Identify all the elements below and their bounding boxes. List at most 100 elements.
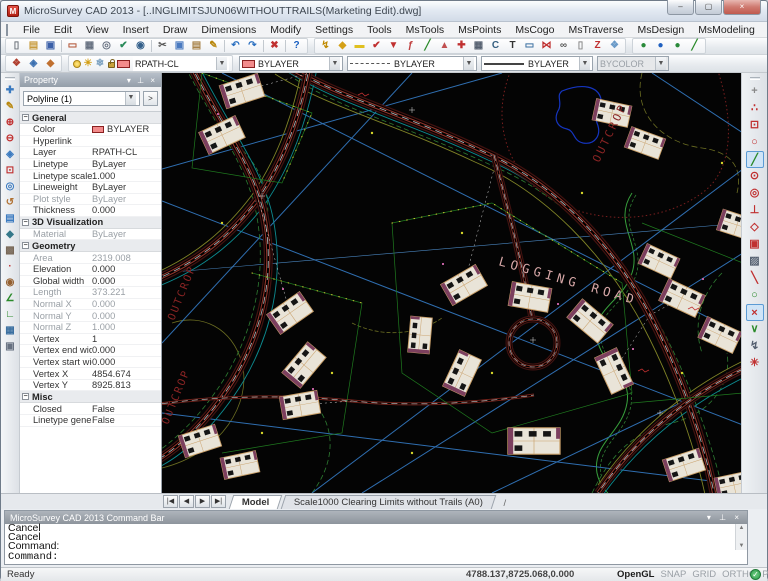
ucs-icon[interactable]: ∟ [2, 307, 18, 323]
menu-view[interactable]: View [79, 23, 116, 37]
command-bar-titlebar[interactable]: MicroSurvey CAD 2013 Command Bar ▾ ⊥ × [5, 511, 747, 524]
snap-quadrant-icon[interactable]: ◇ [746, 219, 764, 236]
ms-grid-icon[interactable]: ▦ [470, 39, 487, 53]
snap-near2-icon[interactable]: ╲ [746, 270, 764, 287]
menu-tools[interactable]: Tools [360, 23, 399, 37]
doc-icon[interactable]: ▭ [64, 39, 81, 53]
ms-bar-icon[interactable]: ▬ [351, 39, 368, 53]
property-row[interactable]: ColorBYLAYER [20, 124, 161, 136]
toolbar-grip[interactable] [750, 77, 760, 80]
angle-icon[interactable]: ∠ [2, 291, 18, 307]
ms-annotate-icon[interactable]: ▲ [436, 39, 453, 53]
ms-field-icon[interactable]: ƒ [402, 39, 419, 53]
snap-center-icon[interactable]: ◎ [746, 185, 764, 202]
toolbar-grip[interactable] [5, 77, 15, 80]
toggle-snap[interactable]: SNAP [660, 569, 686, 580]
property-row[interactable]: Hyperlink [20, 136, 161, 148]
lineweight-combo[interactable]: BYLAYER▼ [481, 56, 593, 71]
ms-clip-icon[interactable]: ▯ [572, 39, 589, 53]
cut-icon[interactable]: ✂ [154, 39, 171, 53]
toggle-grid[interactable]: GRID [692, 569, 716, 580]
snap-nearest-icon[interactable]: ╱ [746, 151, 764, 168]
layer-lock-icon[interactable] [108, 62, 115, 68]
menu-insert[interactable]: Insert [116, 23, 156, 37]
zoom-out-icon[interactable]: ⊖ [2, 131, 18, 147]
ms-window-icon[interactable]: ❖ [606, 39, 623, 53]
property-row[interactable]: Linetype scale1.000 [20, 170, 161, 182]
property-row[interactable]: ClosedFalse [20, 403, 161, 415]
snap-intersection-icon[interactable]: × [746, 304, 764, 321]
property-row[interactable]: MaterialByLayer [20, 229, 161, 241]
menu-msmodeling[interactable]: MsModeling [691, 23, 762, 37]
property-row[interactable]: Normal Z1.000 [20, 322, 161, 334]
layer-combo[interactable]: RPATH-CL▼ [133, 56, 229, 71]
property-row[interactable]: Length373.221 [20, 287, 161, 299]
snap-settings-icon[interactable]: ✳ [746, 355, 764, 372]
info-icon[interactable]: ◉ [2, 275, 18, 291]
ms-bowtie-icon[interactable]: ⋈ [538, 39, 555, 53]
snap-track-icon[interactable]: ↯ [746, 338, 764, 355]
menu-edit[interactable]: Edit [47, 23, 79, 37]
snap-midpoint-icon[interactable]: ⊙ [746, 168, 764, 185]
ms-c-icon[interactable]: C [487, 39, 504, 53]
property-row[interactable]: Elevation0.000 [20, 264, 161, 276]
ms-fill-icon[interactable]: ◆ [334, 39, 351, 53]
view-previous-icon[interactable]: ↺ [2, 195, 18, 211]
tab-nav-2[interactable]: ▶ [195, 495, 210, 508]
snap-apparent-icon[interactable]: ∨ [746, 321, 764, 338]
selector-more-button[interactable]: > [143, 91, 158, 106]
menu-mscogo[interactable]: MsCogo [508, 23, 561, 37]
title-bar[interactable]: M MicroSurvey CAD 2013 - [..INGLIMITSJUN… [1, 1, 767, 22]
property-row[interactable]: Thickness0.000 [20, 205, 161, 217]
menu-dimensions[interactable]: Dimensions [194, 23, 263, 37]
layer-freeze-icon[interactable]: ❄ [94, 57, 106, 71]
views-3d-icon[interactable]: ◆ [2, 227, 18, 243]
cell-icon[interactable]: ▣ [2, 339, 18, 355]
command-bar-buttons[interactable]: ▾ ⊥ × [707, 513, 742, 522]
layers-icon[interactable]: ❖ [8, 57, 25, 71]
command-history-scrollbar[interactable]: ▲▼ [735, 524, 747, 551]
chevron-down-icon[interactable]: ▼ [329, 57, 340, 70]
section-3d-visualization[interactable]: −3D Visualization [20, 217, 161, 229]
command-input[interactable]: Command: [5, 550, 747, 564]
menu-mspoints[interactable]: MsPoints [451, 23, 508, 37]
chevron-down-icon[interactable]: ▼ [579, 57, 590, 70]
menu-mstraverse[interactable]: MsTraverse [561, 23, 630, 37]
section-misc[interactable]: −Misc [20, 391, 161, 403]
chevron-down-icon[interactable]: ▼ [216, 57, 227, 70]
toggle-opengl[interactable]: OpenGL [617, 569, 654, 580]
ms-cross-icon[interactable]: ✚ [453, 39, 470, 53]
tab-model[interactable]: Model [229, 495, 283, 509]
property-row[interactable]: Global width0.000 [20, 276, 161, 288]
snap-tangent-icon[interactable]: ○ [746, 287, 764, 304]
restore-button[interactable]: ▢ [695, 0, 722, 15]
property-row[interactable]: Normal Y0.000 [20, 310, 161, 322]
entity-selector[interactable]: Polyline (1)▼ [23, 91, 140, 106]
status-check-icon[interactable]: ✓ [750, 569, 761, 580]
menu-draw[interactable]: Draw [156, 23, 195, 37]
brush-icon[interactable]: ✎ [205, 39, 222, 53]
close-button[interactable]: × [723, 0, 761, 15]
chevron-down-icon[interactable]: ▼ [125, 92, 136, 105]
section-geometry[interactable]: −Geometry [20, 240, 161, 252]
tab-scale1000[interactable]: Scale1000 Clearing Limits without Trails… [281, 495, 497, 509]
ms-line-icon[interactable]: ╱ [419, 39, 436, 53]
render-icon[interactable]: ▩ [2, 243, 18, 259]
ms-z-icon[interactable]: Z [589, 39, 606, 53]
command-history[interactable]: CancelCancelCommand: [5, 524, 747, 551]
new-icon[interactable]: ▯ [8, 39, 25, 53]
property-row[interactable]: Area2319.008 [20, 252, 161, 264]
ms-t-icon[interactable]: T [504, 39, 521, 53]
redo-icon[interactable]: ↷ [244, 39, 261, 53]
save-icon[interactable]: ▣ [42, 39, 59, 53]
menu-mstools[interactable]: MsTools [399, 23, 452, 37]
ms-run-icon[interactable]: ↯ [317, 39, 334, 53]
property-row[interactable]: Vertex end width0.000 [20, 345, 161, 357]
menu-msannotate[interactable]: MsAnnotate [762, 23, 768, 37]
paste-icon[interactable]: ▤ [188, 39, 205, 53]
tab-nav-1[interactable]: ◀ [179, 495, 194, 508]
snap-insertion-icon[interactable]: ▣ [746, 236, 764, 253]
snap-endpoint-icon[interactable]: ⊡ [746, 117, 764, 134]
property-row[interactable]: Vertex1 [20, 334, 161, 346]
ms-bino-icon[interactable]: ∞ [555, 39, 572, 53]
